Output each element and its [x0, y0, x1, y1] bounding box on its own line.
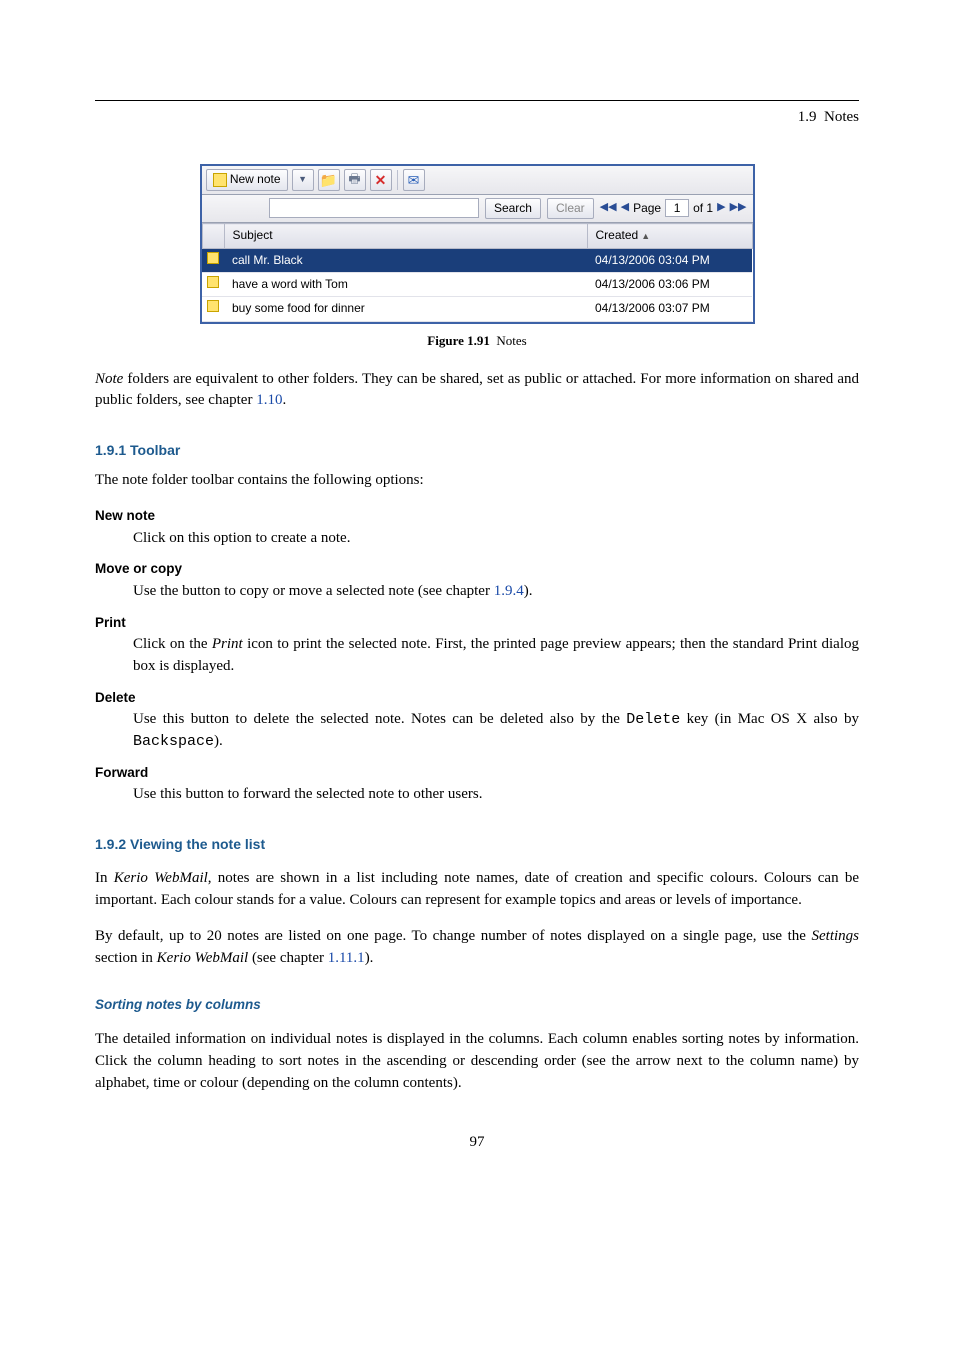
- forward-button[interactable]: ✉: [403, 169, 425, 191]
- cell-subject: buy some food for dinner: [224, 297, 587, 321]
- notes-table: Subject Created▲ call Mr. Black 04/13/20…: [202, 223, 753, 322]
- header-section: 1.9: [798, 109, 817, 125]
- intro-italic: Note: [95, 371, 123, 387]
- cell-created: 04/13/2006 03:04 PM: [587, 248, 752, 272]
- defn-move-copy: Use the button to copy or move a selecte…: [133, 581, 859, 603]
- table-row[interactable]: buy some food for dinner 04/13/2006 03:0…: [202, 297, 752, 321]
- folder-move-icon: 📁: [320, 170, 337, 190]
- page-header: 1.9 Notes: [95, 100, 859, 129]
- defn-forward: Use this button to forward the selected …: [133, 784, 859, 806]
- defn-delete: Use this button to delete the selected n…: [133, 709, 859, 753]
- pager: ◀◀ ◀ Page of 1 ▶ ▶▶: [600, 199, 747, 217]
- figure-caption-text: Notes: [496, 333, 526, 348]
- table-header-row: Subject Created▲: [202, 224, 752, 248]
- defn-print: Click on the Print icon to print the sel…: [133, 634, 859, 678]
- created-column-header[interactable]: Created▲: [587, 224, 752, 248]
- link-1-9-4[interactable]: 1.9.4: [494, 583, 524, 599]
- page-of-label: of 1: [693, 200, 713, 217]
- cell-subject: have a word with Tom: [224, 272, 587, 296]
- header-title: Notes: [824, 109, 859, 125]
- first-page-icon[interactable]: ◀◀: [600, 200, 617, 216]
- search-input[interactable]: [269, 198, 479, 218]
- sec192-p2: By default, up to 20 notes are listed on…: [95, 926, 859, 970]
- page-label: Page: [633, 200, 661, 217]
- prev-page-icon[interactable]: ◀: [621, 200, 629, 216]
- term-delete: Delete: [95, 688, 859, 708]
- heading-1-9-1: 1.9.1 Toolbar: [95, 440, 859, 460]
- print-button[interactable]: 🖶: [344, 169, 366, 191]
- new-note-button[interactable]: New note: [206, 169, 288, 191]
- figure-caption: Figure 1.91 Notes: [200, 332, 755, 351]
- new-note-label: New note: [230, 171, 281, 188]
- sec192-p1: In Kerio WebMail, notes are shown in a l…: [95, 868, 859, 912]
- page-number: 97: [95, 1132, 859, 1154]
- cell-subject: call Mr. Black: [224, 248, 587, 272]
- table-row[interactable]: have a word with Tom 04/13/2006 03:06 PM: [202, 272, 752, 296]
- search-button[interactable]: Search: [485, 198, 541, 219]
- page-number-input[interactable]: [665, 199, 689, 217]
- link-1-10[interactable]: 1.10: [256, 392, 282, 408]
- table-row[interactable]: call Mr. Black 04/13/2006 03:04 PM: [202, 248, 752, 272]
- term-print: Print: [95, 613, 859, 633]
- subject-column-header[interactable]: Subject: [224, 224, 587, 248]
- cell-created: 04/13/2006 03:06 PM: [587, 272, 752, 296]
- figure-caption-label: Figure 1.91: [427, 333, 490, 348]
- figure-1-91: New note ▼ 📁 🖶 ✕ ✉ Search Clear ◀◀ ◀ Pag…: [200, 164, 755, 351]
- term-forward: Forward: [95, 763, 859, 783]
- print-icon: 🖶: [348, 170, 360, 189]
- icon-column-header[interactable]: [202, 224, 224, 248]
- sorting-paragraph: The detailed information on individual n…: [95, 1029, 859, 1094]
- forward-icon: ✉: [408, 170, 420, 190]
- clear-button[interactable]: Clear: [547, 198, 594, 219]
- toolbar-divider: [397, 170, 398, 190]
- term-new-note: New note: [95, 506, 859, 526]
- term-move-copy: Move or copy: [95, 559, 859, 579]
- chevron-down-icon: ▼: [298, 173, 307, 186]
- note-icon: [207, 252, 219, 264]
- last-page-icon[interactable]: ▶▶: [730, 200, 747, 216]
- notes-toolbar: New note ▼ 📁 🖶 ✕ ✉: [202, 166, 753, 195]
- heading-sorting: Sorting notes by columns: [95, 995, 859, 1015]
- toolbar-lead: The note folder toolbar contains the fol…: [95, 470, 859, 492]
- note-icon: [213, 173, 227, 187]
- move-copy-button[interactable]: 📁: [318, 169, 340, 191]
- defn-new-note: Click on this option to create a note.: [133, 528, 859, 550]
- intro-paragraph: Note folders are equivalent to other fol…: [95, 369, 859, 413]
- next-page-icon[interactable]: ▶: [717, 200, 725, 216]
- search-toolbar: Search Clear ◀◀ ◀ Page of 1 ▶ ▶▶: [202, 195, 753, 223]
- note-icon: [207, 300, 219, 312]
- dropdown-arrow-button[interactable]: ▼: [292, 169, 314, 191]
- sort-asc-icon: ▲: [641, 231, 650, 241]
- delete-icon: ✕: [375, 170, 387, 190]
- delete-button[interactable]: ✕: [370, 169, 392, 191]
- cell-created: 04/13/2006 03:07 PM: [587, 297, 752, 321]
- note-icon: [207, 276, 219, 288]
- heading-1-9-2: 1.9.2 Viewing the note list: [95, 834, 859, 854]
- link-1-11-1[interactable]: 1.11.1: [328, 950, 365, 966]
- notes-app-frame: New note ▼ 📁 🖶 ✕ ✉ Search Clear ◀◀ ◀ Pag…: [200, 164, 755, 324]
